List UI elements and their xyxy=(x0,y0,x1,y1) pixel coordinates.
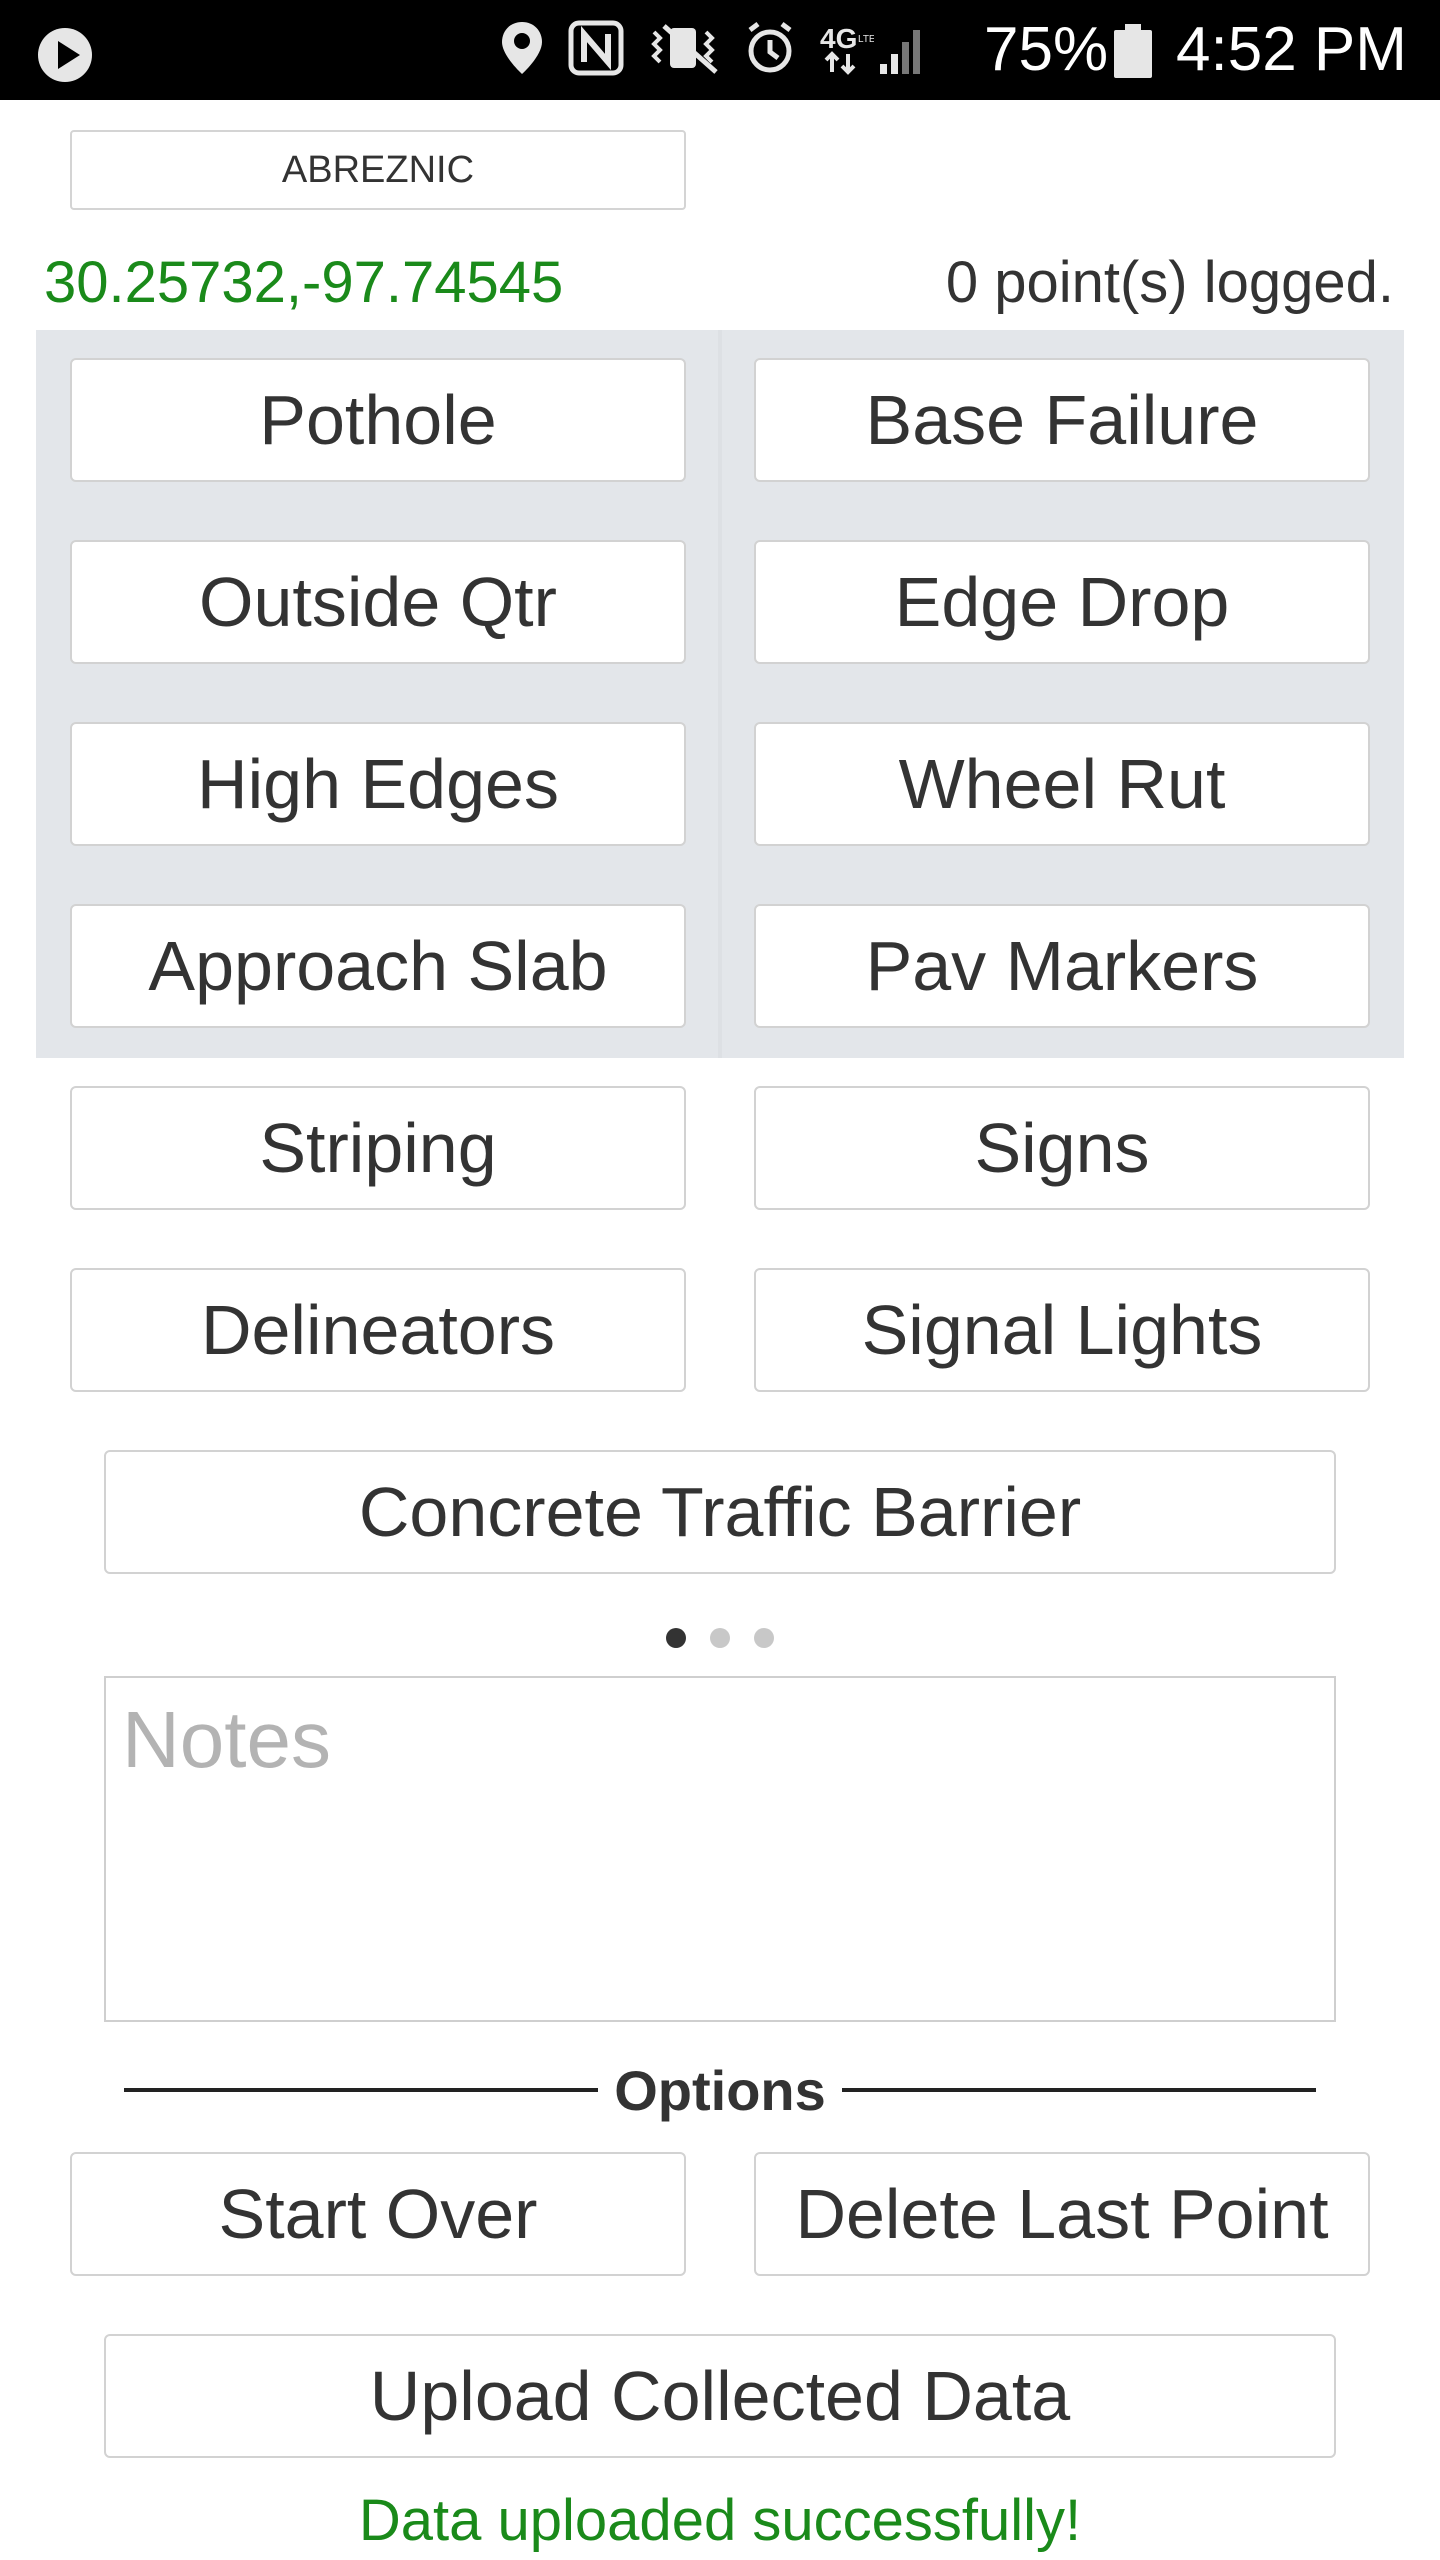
page-indicator xyxy=(0,1628,1440,1648)
edge-drop-button[interactable]: Edge Drop xyxy=(754,540,1370,664)
approach-slab-button[interactable]: Approach Slab xyxy=(70,904,686,1028)
alarm-icon xyxy=(744,20,796,81)
options-heading: Options xyxy=(614,2058,826,2122)
battery-percent: 75% xyxy=(984,15,1109,84)
location-icon xyxy=(500,20,544,81)
nfc-icon xyxy=(568,20,624,81)
upload-data-button[interactable]: Upload Collected Data xyxy=(104,2334,1336,2458)
signal-icon xyxy=(878,20,930,81)
panel-divider xyxy=(718,330,722,1058)
clock: 4:52 PM xyxy=(1176,15,1407,84)
page-dot-2[interactable] xyxy=(710,1628,730,1648)
divider-line-right xyxy=(841,2088,1316,2092)
user-button[interactable]: ABREZNIC xyxy=(70,130,686,210)
svg-text:4G: 4G xyxy=(820,23,857,54)
concrete-traffic-barrier-button[interactable]: Concrete Traffic Barrier xyxy=(104,1450,1336,1574)
gps-coordinates: 30.25732,-97.74545 xyxy=(44,250,564,315)
page-dot-1[interactable] xyxy=(666,1628,686,1648)
battery-icon xyxy=(1114,24,1152,83)
striping-button[interactable]: Striping xyxy=(70,1086,686,1210)
start-over-button[interactable]: Start Over xyxy=(70,2152,686,2276)
status-bar: 4G LTE 75% 4:52 PM xyxy=(0,0,1440,100)
wheel-rut-button[interactable]: Wheel Rut xyxy=(754,722,1370,846)
points-logged-count: 0 point(s) logged. xyxy=(945,250,1394,315)
divider-line-left xyxy=(124,2088,599,2092)
delete-last-point-button[interactable]: Delete Last Point xyxy=(754,2152,1370,2276)
base-failure-button[interactable]: Base Failure xyxy=(754,358,1370,482)
high-edges-button[interactable]: High Edges xyxy=(70,722,686,846)
vibrate-icon xyxy=(646,20,722,81)
outside-qtr-button[interactable]: Outside Qtr xyxy=(70,540,686,664)
lte-icon: 4G LTE xyxy=(818,20,876,81)
upload-success-message: Data uploaded successfully! xyxy=(358,2488,1082,2553)
delineators-button[interactable]: Delineators xyxy=(70,1268,686,1392)
notes-field[interactable] xyxy=(104,1676,1336,2022)
pothole-button[interactable]: Pothole xyxy=(70,358,686,482)
signs-button[interactable]: Signs xyxy=(754,1086,1370,1210)
svg-text:LTE: LTE xyxy=(858,34,874,45)
play-icon xyxy=(36,26,94,84)
pav-markers-button[interactable]: Pav Markers xyxy=(754,904,1370,1028)
page-dot-3[interactable] xyxy=(754,1628,774,1648)
signal-lights-button[interactable]: Signal Lights xyxy=(754,1268,1370,1392)
options-divider: Options xyxy=(124,2052,1316,2128)
